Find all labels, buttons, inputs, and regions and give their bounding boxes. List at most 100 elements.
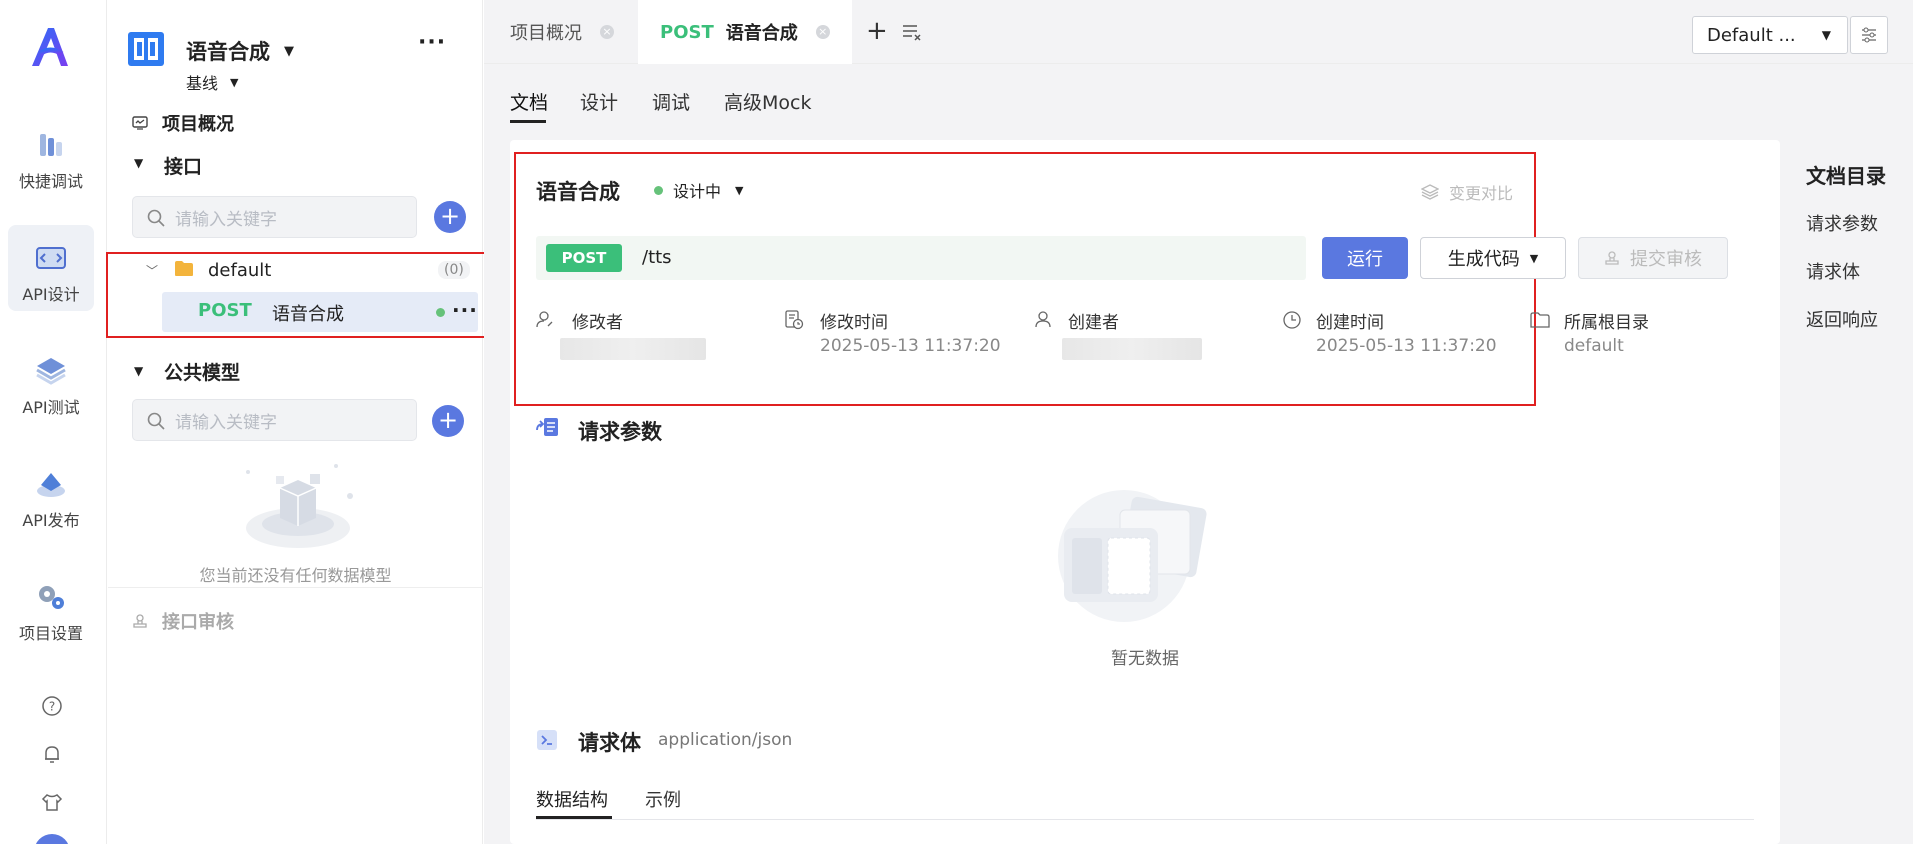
search-placeholder: 请输入关键字 xyxy=(175,209,277,230)
rail-project-settings[interactable]: 项目设置 xyxy=(8,564,94,650)
caret-down-icon: ▼ xyxy=(230,75,239,89)
project-sidebar: 语音合成 ▼ ··· 基线 ▼ 项目概况 ▼ 接口 请输入关键字 + ﹀ def… xyxy=(106,0,486,844)
subtab-design[interactable]: 设计 xyxy=(580,88,618,115)
endpoint-name: 语音合成 xyxy=(272,304,344,325)
quick-debug-icon xyxy=(40,134,62,156)
request-params-icon xyxy=(536,418,558,436)
more-icon[interactable]: ··· xyxy=(418,30,446,55)
root-dir-label: 所属根目录 xyxy=(1564,313,1649,333)
close-icon[interactable]: × xyxy=(815,25,830,39)
subtab-mock[interactable]: 高级Mock xyxy=(724,88,811,115)
api-test-icon xyxy=(36,358,66,385)
chevron-down-icon[interactable]: ﹀ xyxy=(146,262,158,279)
tab-tts[interactable]: POST 语音合成 × xyxy=(638,0,852,64)
models-section-title: 公共模型 xyxy=(164,362,241,384)
modifier-label: 修改者 xyxy=(572,313,623,333)
help-icon[interactable]: ? xyxy=(38,692,66,720)
created-time-value: 2025-05-13 11:37:20 xyxy=(1316,336,1497,356)
api-design-icon xyxy=(36,247,66,269)
tab-label: 项目概况 xyxy=(510,23,582,44)
tab-data-structure[interactable]: 数据结构 xyxy=(536,786,608,812)
close-icon[interactable]: × xyxy=(600,25,614,39)
avatar[interactable] xyxy=(34,834,70,844)
project-name: 语音合成 xyxy=(186,40,270,64)
status-dot xyxy=(436,308,445,317)
main-content: 文档 设计 调试 高级Mock 语音合成 设计中 ▼ 变更对比 POST /tt… xyxy=(484,64,1913,844)
review-label: 接口审核 xyxy=(162,612,234,633)
rail-api-publish[interactable]: API发布 xyxy=(8,451,94,537)
stamp-icon xyxy=(133,614,147,628)
request-body-icon xyxy=(537,730,557,750)
search-placeholder: 请输入关键字 xyxy=(175,412,277,433)
subtab-doc[interactable]: 文档 xyxy=(510,88,548,115)
rail-quick-debug[interactable]: 快捷调试 xyxy=(8,112,94,198)
user-icon xyxy=(1035,311,1051,328)
folder-name[interactable]: default xyxy=(208,260,271,281)
toc-item[interactable]: 请求参数 xyxy=(1806,210,1878,236)
endpoint-item-tts[interactable]: POST 语音合成 ··· xyxy=(162,292,478,332)
request-params-title: 请求参数 xyxy=(578,420,662,444)
method-label: POST xyxy=(660,21,714,43)
rail-api-design[interactable]: API设计 xyxy=(8,225,94,311)
model-search-input[interactable]: 请输入关键字 xyxy=(132,399,417,441)
gen-code-label: 生成代码 xyxy=(1447,249,1520,270)
empty-data-text: 暂无数据 xyxy=(1111,649,1179,669)
bell-icon[interactable] xyxy=(38,740,66,768)
folder-outline-icon xyxy=(1530,312,1550,328)
url-bar[interactable]: POST /tts xyxy=(536,236,1306,280)
add-interface-button[interactable]: + xyxy=(434,201,466,233)
rail-label: 项目设置 xyxy=(18,624,83,643)
status-label: 设计中 xyxy=(673,182,722,201)
tab-project-overview[interactable]: 项目概况 × xyxy=(488,0,636,64)
endpoint-path: /tts xyxy=(642,247,672,268)
add-model-button[interactable]: + xyxy=(432,405,464,437)
caret-down-icon: ▼ xyxy=(284,43,294,59)
layers-icon xyxy=(1421,184,1439,200)
tab-bar: 项目概况 × POST 语音合成 × + Default ... ▼ xyxy=(484,0,1913,64)
stamp-icon xyxy=(1605,251,1619,265)
api-publish-icon xyxy=(37,473,65,497)
app-logo[interactable] xyxy=(28,24,72,70)
request-body-type: application/json xyxy=(658,730,793,750)
search-icon xyxy=(147,412,165,430)
tab-example[interactable]: 示例 xyxy=(645,786,681,812)
add-tab-icon[interactable]: + xyxy=(866,16,888,46)
method-badge: POST xyxy=(546,244,622,272)
close-tabs-icon[interactable] xyxy=(902,24,924,42)
generate-code-button[interactable]: 生成代码 ▼ xyxy=(1420,237,1566,279)
modified-time-value: 2025-05-13 11:37:20 xyxy=(820,336,1001,356)
submit-review-button[interactable]: 提交审核 xyxy=(1578,237,1728,279)
collapse-caret-icon[interactable]: ▼ xyxy=(134,364,143,378)
more-icon[interactable]: ··· xyxy=(452,298,478,322)
collapse-caret-icon[interactable]: ▼ xyxy=(134,156,143,170)
nav-project-overview[interactable]: 项目概况 xyxy=(132,110,234,136)
status-select[interactable]: 设计中 ▼ xyxy=(654,178,743,202)
interface-search-input[interactable]: 请输入关键字 xyxy=(132,196,417,238)
project-switcher[interactable]: 语音合成 ▼ xyxy=(186,36,294,66)
status-dot xyxy=(654,185,663,195)
request-body-title: 请求体 xyxy=(578,731,641,755)
tab-label: 语音合成 xyxy=(725,23,798,44)
rail-api-test[interactable]: API测试 xyxy=(8,338,94,424)
subtab-debug[interactable]: 调试 xyxy=(652,88,690,115)
divider xyxy=(108,587,483,588)
environment-select[interactable]: Default ... ▼ xyxy=(1692,16,1848,54)
user-edit-icon xyxy=(536,311,553,328)
search-icon xyxy=(147,209,165,227)
toc-item[interactable]: 返回响应 xyxy=(1806,306,1878,332)
empty-models-text: 您当前还没有任何数据模型 xyxy=(199,566,392,585)
monitor-icon xyxy=(132,116,148,130)
empty-data-illustration xyxy=(1058,490,1207,622)
theme-shirt-icon[interactable] xyxy=(38,788,66,816)
branch-switcher[interactable]: 基线 ▼ xyxy=(186,70,238,94)
rail-label: API设计 xyxy=(22,285,80,304)
toc-item[interactable]: 请求体 xyxy=(1806,258,1860,284)
caret-down-icon: ▼ xyxy=(1821,28,1831,42)
nav-interface-review[interactable]: 接口审核 xyxy=(132,608,234,634)
creator-value-redacted xyxy=(1062,338,1202,360)
compare-label: 变更对比 xyxy=(1449,184,1514,203)
environment-settings-button[interactable] xyxy=(1850,16,1888,54)
run-button[interactable]: 运行 xyxy=(1322,237,1408,279)
compare-changes-button[interactable]: 变更对比 xyxy=(1421,180,1513,204)
divider xyxy=(536,819,1754,820)
